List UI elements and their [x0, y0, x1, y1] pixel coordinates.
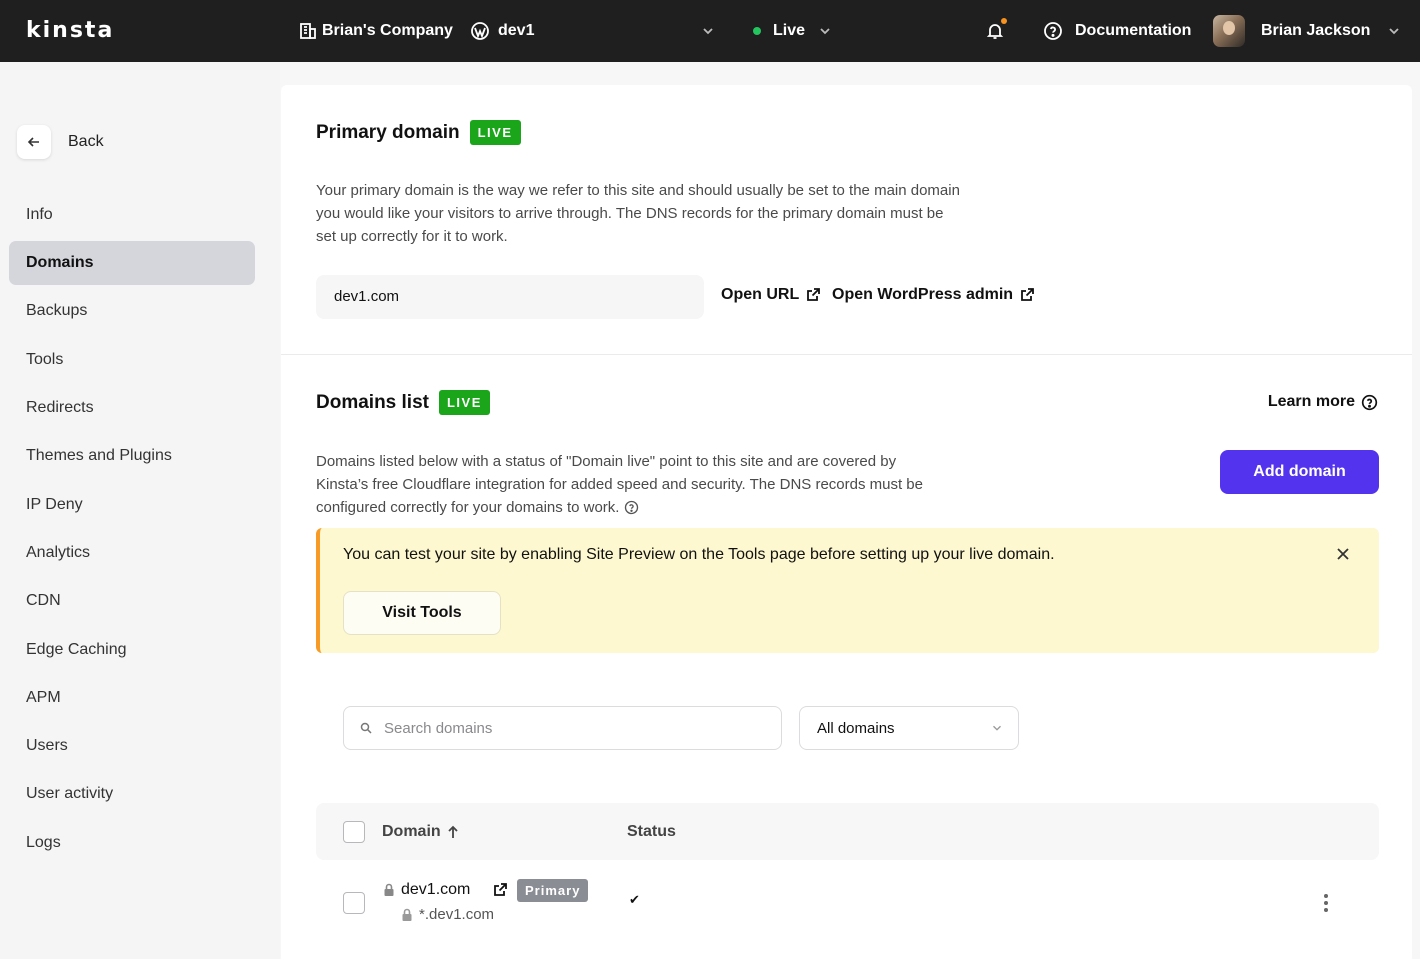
search-input[interactable]: Search domains: [343, 706, 782, 750]
sidebar-item-cdn[interactable]: CDN: [9, 579, 255, 623]
external-link-icon: [1021, 288, 1034, 301]
domains-list-title: Domains list: [316, 391, 429, 413]
kinsta-logo[interactable]: kinsta: [26, 18, 114, 43]
environment-name: Live: [773, 22, 806, 39]
open-wp-admin-link[interactable]: Open WordPress admin: [832, 286, 1035, 304]
primary-domain-description: Your primary domain is the way we refer …: [316, 182, 960, 245]
sidebar-item-logs[interactable]: Logs: [9, 821, 255, 865]
open-url-link[interactable]: Open URL: [721, 286, 821, 304]
notice-text: You can test your site by enabling Site …: [343, 546, 1055, 563]
building-icon: [300, 23, 316, 39]
search-icon: [360, 722, 372, 734]
sidebar-item-analytics[interactable]: Analytics: [9, 531, 255, 575]
notification-dot: [1001, 18, 1007, 24]
back-link[interactable]: Back: [17, 125, 104, 159]
chevron-down-icon: [1389, 28, 1400, 35]
domains-list-heading: Domains list LIVE: [316, 390, 490, 415]
section-divider: [281, 354, 1412, 355]
bell-icon: [986, 24, 1004, 39]
sidebar-item-ip-deny[interactable]: IP Deny: [9, 483, 255, 527]
wildcard-domain: *.dev1.com: [419, 906, 495, 923]
more-vertical-icon: [1324, 894, 1328, 912]
chevron-down-icon: [993, 725, 1001, 731]
domains-table-header: Domain Status: [316, 803, 1379, 860]
chevron-down-icon: [820, 28, 830, 35]
filter-selected: All domains: [817, 719, 895, 737]
domain-name: dev1.com: [401, 881, 471, 898]
primary-tag: Primary: [517, 879, 589, 902]
chevron-down-icon: [703, 28, 713, 35]
search-placeholder: Search domains: [384, 719, 493, 737]
sidebar-item-user-activity[interactable]: User activity: [9, 772, 255, 816]
close-icon: [1337, 548, 1349, 560]
close-notice-button[interactable]: [1335, 546, 1351, 567]
sidebar-item-redirects[interactable]: Redirects: [9, 386, 255, 430]
back-button[interactable]: [17, 125, 51, 159]
arrow-left-icon: [27, 137, 39, 147]
lock-icon: [402, 908, 412, 921]
external-link-icon[interactable]: [492, 882, 508, 898]
help-circle-icon[interactable]: [624, 500, 639, 515]
status-column-header: Status: [627, 822, 676, 840]
table-row-wildcard: *.dev1.com: [401, 906, 494, 923]
sidebar-item-themes-plugins[interactable]: Themes and Plugins: [9, 434, 255, 478]
site-dropdown[interactable]: [700, 0, 716, 62]
external-link-icon: [807, 288, 821, 301]
sidebar-item-tools[interactable]: Tools: [9, 338, 255, 382]
sidebar-item-backups[interactable]: Backups: [9, 289, 255, 333]
domains-list-description: Domains listed below with a status of "D…: [316, 453, 923, 516]
table-row-domain: dev1.com: [383, 881, 508, 899]
primary-domain-heading: Primary domain LIVE: [316, 120, 521, 145]
select-all-checkbox[interactable]: [343, 821, 365, 843]
help-circle-icon: [1361, 394, 1378, 410]
primary-domain-value: dev1.com: [316, 275, 704, 319]
company-name: Brian's Company: [322, 22, 453, 39]
back-label: Back: [68, 133, 104, 150]
live-status-dot: [753, 27, 761, 35]
documentation-label: Documentation: [1075, 22, 1192, 39]
company-switcher[interactable]: Brian's Company: [298, 0, 453, 62]
status-check: ✔: [629, 892, 640, 907]
avatar: [1213, 15, 1245, 47]
primary-domain-title: Primary domain: [316, 121, 460, 143]
learn-more-link[interactable]: Learn more: [1268, 393, 1378, 411]
add-domain-button[interactable]: Add domain: [1220, 450, 1379, 494]
sidebar: Back Info Domains Backups Tools Redirect…: [0, 62, 280, 959]
lock-icon: [384, 883, 394, 896]
documentation-link[interactable]: Documentation: [1043, 0, 1191, 62]
live-badge: LIVE: [438, 390, 490, 415]
sidebar-item-edge-caching[interactable]: Edge Caching: [9, 628, 255, 672]
row-actions-button[interactable]: [1323, 893, 1329, 918]
live-badge: LIVE: [469, 120, 521, 145]
sidebar-item-users[interactable]: Users: [9, 724, 255, 768]
site-preview-notice: You can test your site by enabling Site …: [316, 528, 1379, 653]
domain-filter-select[interactable]: All domains: [799, 706, 1019, 750]
visit-tools-button[interactable]: Visit Tools: [343, 591, 501, 635]
notifications-button[interactable]: [986, 0, 1007, 62]
help-circle-icon: [1044, 22, 1062, 40]
wordpress-icon: [471, 22, 489, 40]
main-content: Primary domain LIVE Your primary domain …: [281, 85, 1412, 959]
environment-switcher[interactable]: Live: [753, 0, 833, 62]
row-checkbox[interactable]: [343, 892, 365, 914]
site-name: dev1: [498, 22, 535, 39]
sidebar-item-domains[interactable]: Domains: [9, 241, 255, 285]
top-bar: kinsta Brian's Company dev1 Live Documen…: [0, 0, 1420, 62]
user-name: Brian Jackson: [1261, 22, 1371, 39]
sidebar-item-apm[interactable]: APM: [9, 676, 255, 720]
site-switcher[interactable]: dev1: [470, 0, 534, 62]
arrow-up-icon: [448, 825, 458, 838]
domain-column-header[interactable]: Domain: [382, 803, 459, 860]
sidebar-item-info[interactable]: Info: [9, 193, 255, 237]
user-menu[interactable]: Brian Jackson: [1213, 0, 1402, 62]
